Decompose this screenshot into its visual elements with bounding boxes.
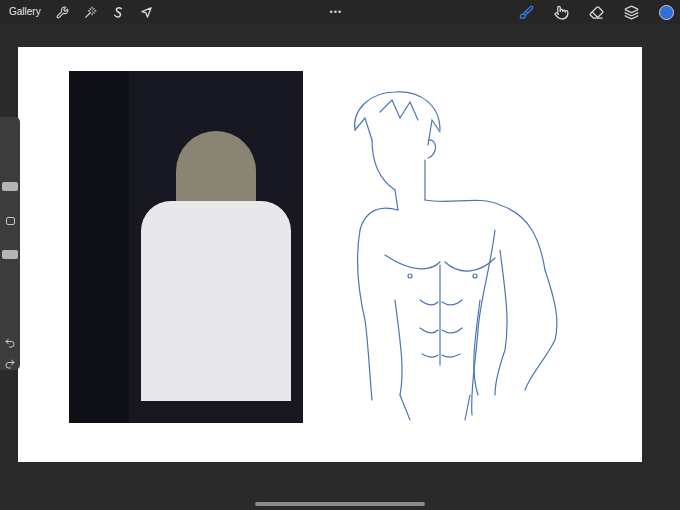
undo-icon[interactable] (4, 337, 16, 349)
color-swatch[interactable] (659, 5, 674, 20)
torso-sketch (340, 80, 570, 425)
gallery-button[interactable]: Gallery (9, 7, 41, 17)
selection-icon[interactable] (112, 6, 125, 19)
sidebar (0, 117, 20, 370)
transform-arrow-icon[interactable] (140, 6, 153, 19)
canvas[interactable] (18, 47, 642, 462)
top-toolbar: Gallery ••• (0, 0, 680, 24)
home-indicator (255, 502, 425, 506)
slider-handle[interactable] (2, 250, 18, 259)
reference-photo[interactable] (69, 71, 303, 423)
menu-dots[interactable]: ••• (330, 8, 342, 17)
brush-size-slider[interactable] (0, 121, 20, 207)
eraser-icon[interactable] (589, 5, 604, 20)
layers-icon[interactable] (624, 5, 639, 20)
redo-icon[interactable] (4, 358, 16, 370)
brush-icon[interactable] (519, 5, 534, 20)
opacity-slider[interactable] (0, 235, 20, 321)
modify-button[interactable] (6, 217, 15, 226)
smudge-icon[interactable] (554, 5, 569, 20)
wrench-icon[interactable] (56, 6, 69, 19)
slider-handle[interactable] (2, 182, 18, 191)
wand-icon[interactable] (84, 6, 97, 19)
